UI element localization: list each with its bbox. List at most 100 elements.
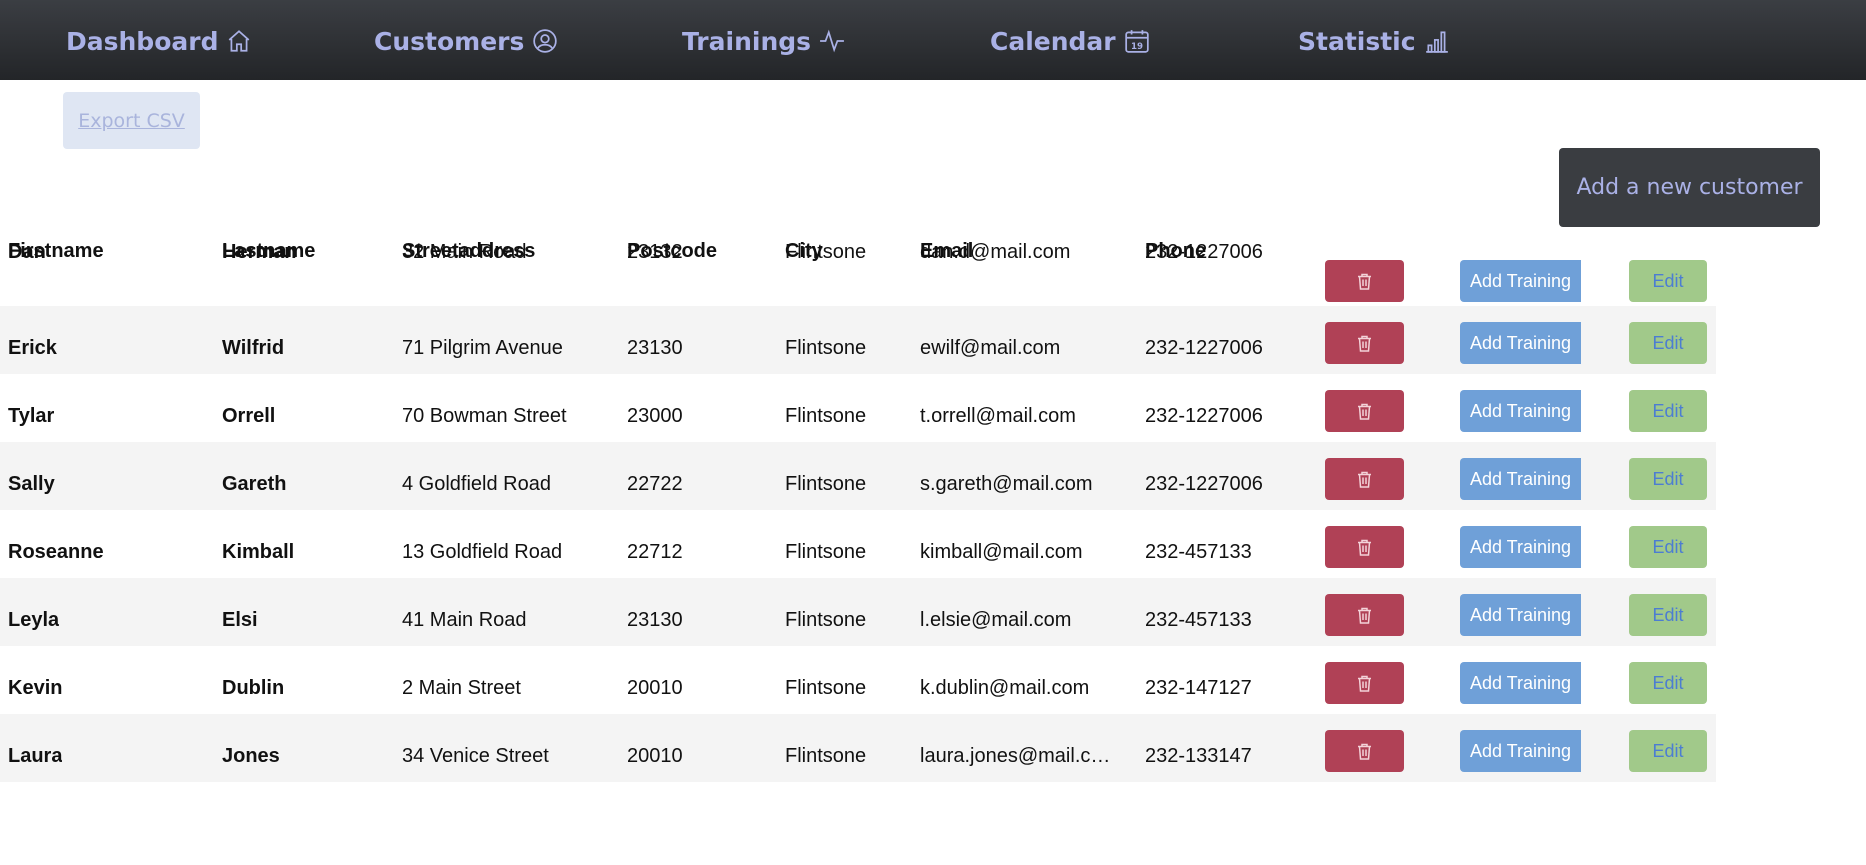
cell-postcode: 23000 xyxy=(627,405,683,427)
cell-phone: 232-1227006 xyxy=(1145,241,1263,263)
edit-button[interactable]: Edit xyxy=(1629,260,1707,302)
cell-firstname: Dan xyxy=(8,241,46,263)
table-row: Erick Wilfrid 71 Pilgrim Avenue 23130 Fl… xyxy=(0,306,1716,374)
cell-postcode: 20010 xyxy=(627,745,683,767)
nav-dashboard[interactable]: Dashboard xyxy=(66,24,252,58)
export-csv-button[interactable]: Export CSV xyxy=(63,92,200,149)
cell-firstname: Sally xyxy=(8,473,55,495)
bar-chart-icon xyxy=(1425,31,1448,53)
edit-button[interactable]: Edit xyxy=(1629,322,1707,364)
table-row: Roseanne Kimball 13 Goldfield Road 22712… xyxy=(0,510,1716,578)
cell-lastname: Orrell xyxy=(222,405,276,427)
cell-streetaddress: 71 Pilgrim Avenue xyxy=(402,337,563,359)
add-training-button[interactable]: Add Training xyxy=(1460,594,1581,636)
nav-dashboard-label: Dashboard xyxy=(66,26,219,56)
add-training-button[interactable]: Add Training xyxy=(1460,390,1581,432)
add-training-button[interactable]: Add Training xyxy=(1460,662,1581,704)
nav-statistic[interactable]: Statistic xyxy=(1298,24,1450,58)
table-row: Kevin Dublin 2 Main Street 20010 Flintso… xyxy=(0,646,1716,714)
edit-button[interactable]: Edit xyxy=(1629,526,1707,568)
cell-city: Flintsone xyxy=(785,677,867,699)
cell-postcode: 23132 xyxy=(627,241,683,263)
delete-button[interactable] xyxy=(1325,260,1404,302)
cell-email: k.dublin@mail.com xyxy=(920,677,1090,699)
edit-button[interactable]: Edit xyxy=(1629,730,1707,772)
edit-button[interactable]: Edit xyxy=(1629,662,1707,704)
table-row: Sally Gareth 4 Goldfield Road 22722 Flin… xyxy=(0,442,1716,510)
calendar-icon-day: 19 xyxy=(1131,42,1143,52)
cell-email: l.elsie@mail.com xyxy=(920,609,1072,631)
table-row: Leyla Elsi 41 Main Road 23130 Flintsone … xyxy=(0,578,1716,646)
cell-email: laura.jones@mail.com xyxy=(920,745,1114,767)
cell-postcode: 22722 xyxy=(627,473,683,495)
cell-streetaddress: 41 Main Road xyxy=(402,609,527,631)
add-training-button[interactable]: Add Training xyxy=(1460,322,1581,364)
cell-city: Flintsone xyxy=(785,541,867,563)
add-customer-button[interactable]: Add a new customer xyxy=(1559,148,1820,227)
cell-streetaddress: 34 Venice Street xyxy=(402,745,549,767)
cell-email: s.gareth@mail.com xyxy=(920,473,1093,495)
cell-firstname: Laura xyxy=(8,745,63,767)
customers-table: Firstname Lastname Streetaddress Postcod… xyxy=(0,238,1716,782)
top-navbar: Dashboard Customers Trainings Calendar 1… xyxy=(0,0,1866,80)
trash-icon xyxy=(1358,675,1371,692)
edit-button[interactable]: Edit xyxy=(1629,594,1707,636)
cell-firstname: Leyla xyxy=(8,609,60,631)
calendar-icon: 19 xyxy=(1124,30,1149,53)
edit-button[interactable]: Edit xyxy=(1629,390,1707,432)
cell-phone: 232-1227006 xyxy=(1145,473,1263,495)
cell-city: Flintsone xyxy=(785,745,867,767)
cell-email: dan.d@mail.com xyxy=(920,241,1071,263)
add-training-button[interactable]: Add Training xyxy=(1460,730,1581,772)
trash-icon xyxy=(1358,403,1371,420)
cell-phone: 232-133147 xyxy=(1145,745,1252,767)
cell-streetaddress: 2 Main Street xyxy=(402,677,521,699)
edit-button[interactable]: Edit xyxy=(1629,458,1707,500)
cell-firstname: Tylar xyxy=(8,405,55,427)
cell-streetaddress: 13 Goldfield Road xyxy=(402,541,563,563)
cell-email: kimball@mail.com xyxy=(920,541,1083,563)
delete-button[interactable] xyxy=(1325,458,1404,500)
nav-calendar[interactable]: Calendar 19 xyxy=(990,24,1150,58)
delete-button[interactable] xyxy=(1325,390,1404,432)
table-row: Dan Herman 32 Main Road 23132 Flintsone … xyxy=(0,238,1716,306)
delete-button[interactable] xyxy=(1325,526,1404,568)
delete-button[interactable] xyxy=(1325,662,1404,704)
delete-button[interactable] xyxy=(1325,730,1404,772)
home-icon xyxy=(229,30,250,52)
add-training-button[interactable]: Add Training xyxy=(1460,260,1581,302)
cell-email: t.orrell@mail.com xyxy=(920,405,1076,427)
cell-phone: 232-457133 xyxy=(1145,609,1252,631)
cell-city: Flintsone xyxy=(785,405,867,427)
delete-button[interactable] xyxy=(1325,322,1404,364)
table-row: Tylar Orrell 70 Bowman Street 23000 Flin… xyxy=(0,374,1716,442)
trash-icon xyxy=(1358,607,1371,624)
add-training-button[interactable]: Add Training xyxy=(1460,526,1581,568)
trash-icon xyxy=(1358,273,1371,290)
cell-postcode: 23130 xyxy=(627,337,683,359)
delete-button[interactable] xyxy=(1325,594,1404,636)
cell-phone: 232-1227006 xyxy=(1145,405,1263,427)
cell-firstname: Kevin xyxy=(8,677,63,699)
table-body: Dan Herman 32 Main Road 23132 Flintsone … xyxy=(0,238,1716,782)
cell-lastname: Herman xyxy=(222,241,297,263)
cell-postcode: 20010 xyxy=(627,677,683,699)
cell-city: Flintsone xyxy=(785,241,867,263)
nav-customers[interactable]: Customers xyxy=(374,24,558,58)
cell-streetaddress: 32 Main Road xyxy=(402,241,527,263)
nav-trainings[interactable]: Trainings xyxy=(682,24,845,58)
trash-icon xyxy=(1358,335,1371,352)
cell-lastname: Gareth xyxy=(222,473,287,495)
cell-postcode: 22712 xyxy=(627,541,683,563)
cell-lastname: Elsi xyxy=(222,609,258,631)
cell-email: ewilf@mail.com xyxy=(920,337,1061,359)
cell-lastname: Jones xyxy=(222,745,280,767)
cell-postcode: 23130 xyxy=(627,609,683,631)
cell-phone: 232-147127 xyxy=(1145,677,1252,699)
add-training-button[interactable]: Add Training xyxy=(1460,458,1581,500)
trash-icon xyxy=(1358,539,1371,556)
cell-lastname: Kimball xyxy=(222,541,295,563)
cell-city: Flintsone xyxy=(785,337,867,359)
cell-city: Flintsone xyxy=(785,473,867,495)
cell-phone: 232-1227006 xyxy=(1145,337,1263,359)
